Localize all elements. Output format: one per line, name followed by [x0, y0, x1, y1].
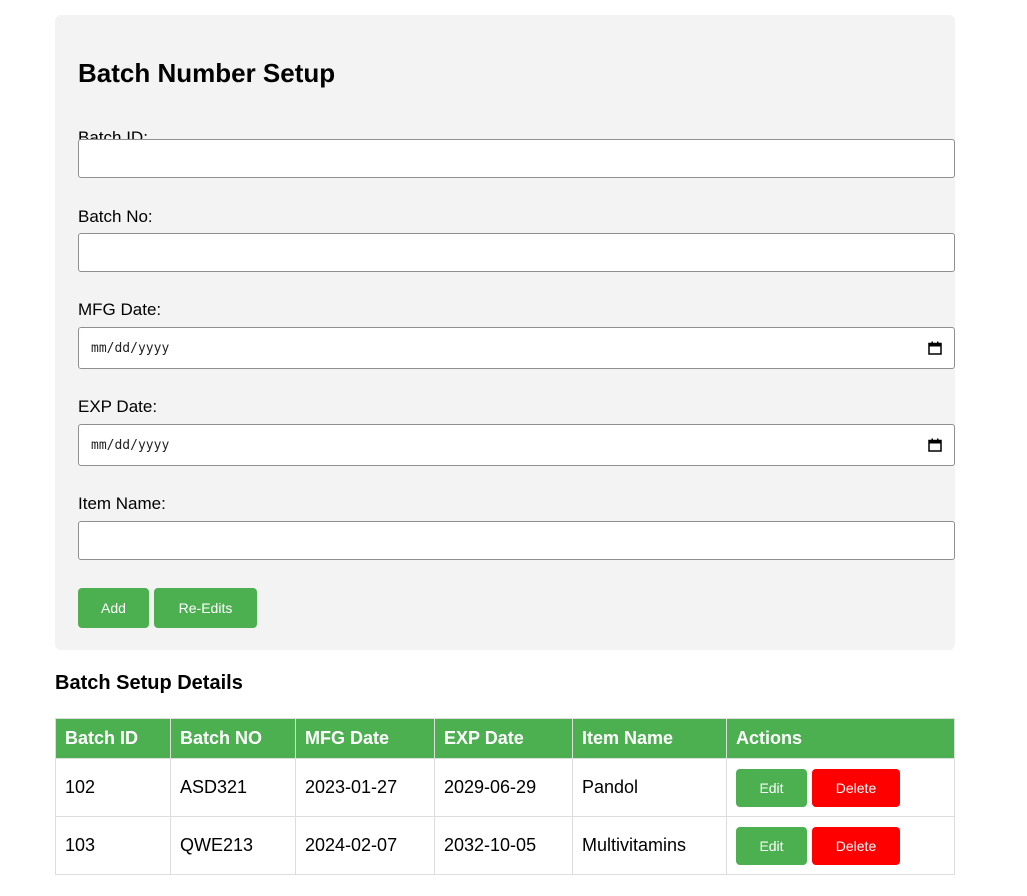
cell-mfg-date: 2023-01-27 [295, 758, 435, 817]
batch-no-input[interactable] [78, 233, 955, 272]
table-row: 103 QWE213 2024-02-07 2032-10-05 Multivi… [55, 816, 955, 875]
calendar-icon[interactable] [928, 438, 942, 452]
header-batch-no: Batch NO [170, 718, 296, 759]
mfg-date-placeholder: mm/dd/yyyy [91, 340, 170, 356]
delete-button[interactable]: Delete [812, 768, 900, 807]
table-row: 102 ASD321 2023-01-27 2029-06-29 Pandol … [55, 758, 955, 817]
header-actions: Actions [726, 718, 955, 759]
calendar-icon[interactable] [928, 341, 942, 355]
exp-date-placeholder: mm/dd/yyyy [91, 437, 170, 453]
batch-no-label: Batch No: [78, 207, 153, 226]
exp-date-label: EXP Date: [78, 397, 158, 416]
cell-batch-id: 103 [55, 816, 171, 875]
batch-details-table: Batch ID Batch NO MFG Date EXP Date Item… [55, 718, 955, 875]
re-edits-button[interactable]: Re-Edits [154, 588, 257, 628]
delete-button[interactable]: Delete [812, 826, 900, 865]
batch-id-input[interactable] [78, 139, 955, 178]
cell-item-name: Multivitamins [572, 816, 727, 875]
batch-setup-form: Batch Number Setup Batch ID: Batch No: M… [55, 15, 955, 650]
cell-actions: Edit Delete [726, 758, 955, 817]
cell-batch-no: QWE213 [170, 816, 296, 875]
add-button[interactable]: Add [78, 588, 149, 628]
item-name-label: Item Name: [78, 494, 166, 513]
edit-button[interactable]: Edit [736, 826, 807, 865]
header-exp-date: EXP Date [434, 718, 573, 759]
mfg-date-input[interactable]: mm/dd/yyyy [78, 327, 955, 369]
header-batch-id: Batch ID [55, 718, 171, 759]
cell-batch-no: ASD321 [170, 758, 296, 817]
cell-actions: Edit Delete [726, 816, 955, 875]
exp-date-input[interactable]: mm/dd/yyyy [78, 424, 955, 466]
form-title: Batch Number Setup [78, 58, 336, 88]
cell-item-name: Pandol [572, 758, 727, 817]
header-item-name: Item Name [572, 718, 727, 759]
table-section-title: Batch Setup Details [55, 672, 243, 694]
table-header-row: Batch ID Batch NO MFG Date EXP Date Item… [55, 718, 955, 759]
item-name-input[interactable] [78, 521, 955, 560]
header-mfg-date: MFG Date [295, 718, 435, 759]
cell-batch-id: 102 [55, 758, 171, 817]
cell-mfg-date: 2024-02-07 [295, 816, 435, 875]
cell-exp-date: 2029-06-29 [434, 758, 573, 817]
mfg-date-label: MFG Date: [78, 300, 162, 319]
cell-exp-date: 2032-10-05 [434, 816, 573, 875]
edit-button[interactable]: Edit [736, 768, 807, 807]
